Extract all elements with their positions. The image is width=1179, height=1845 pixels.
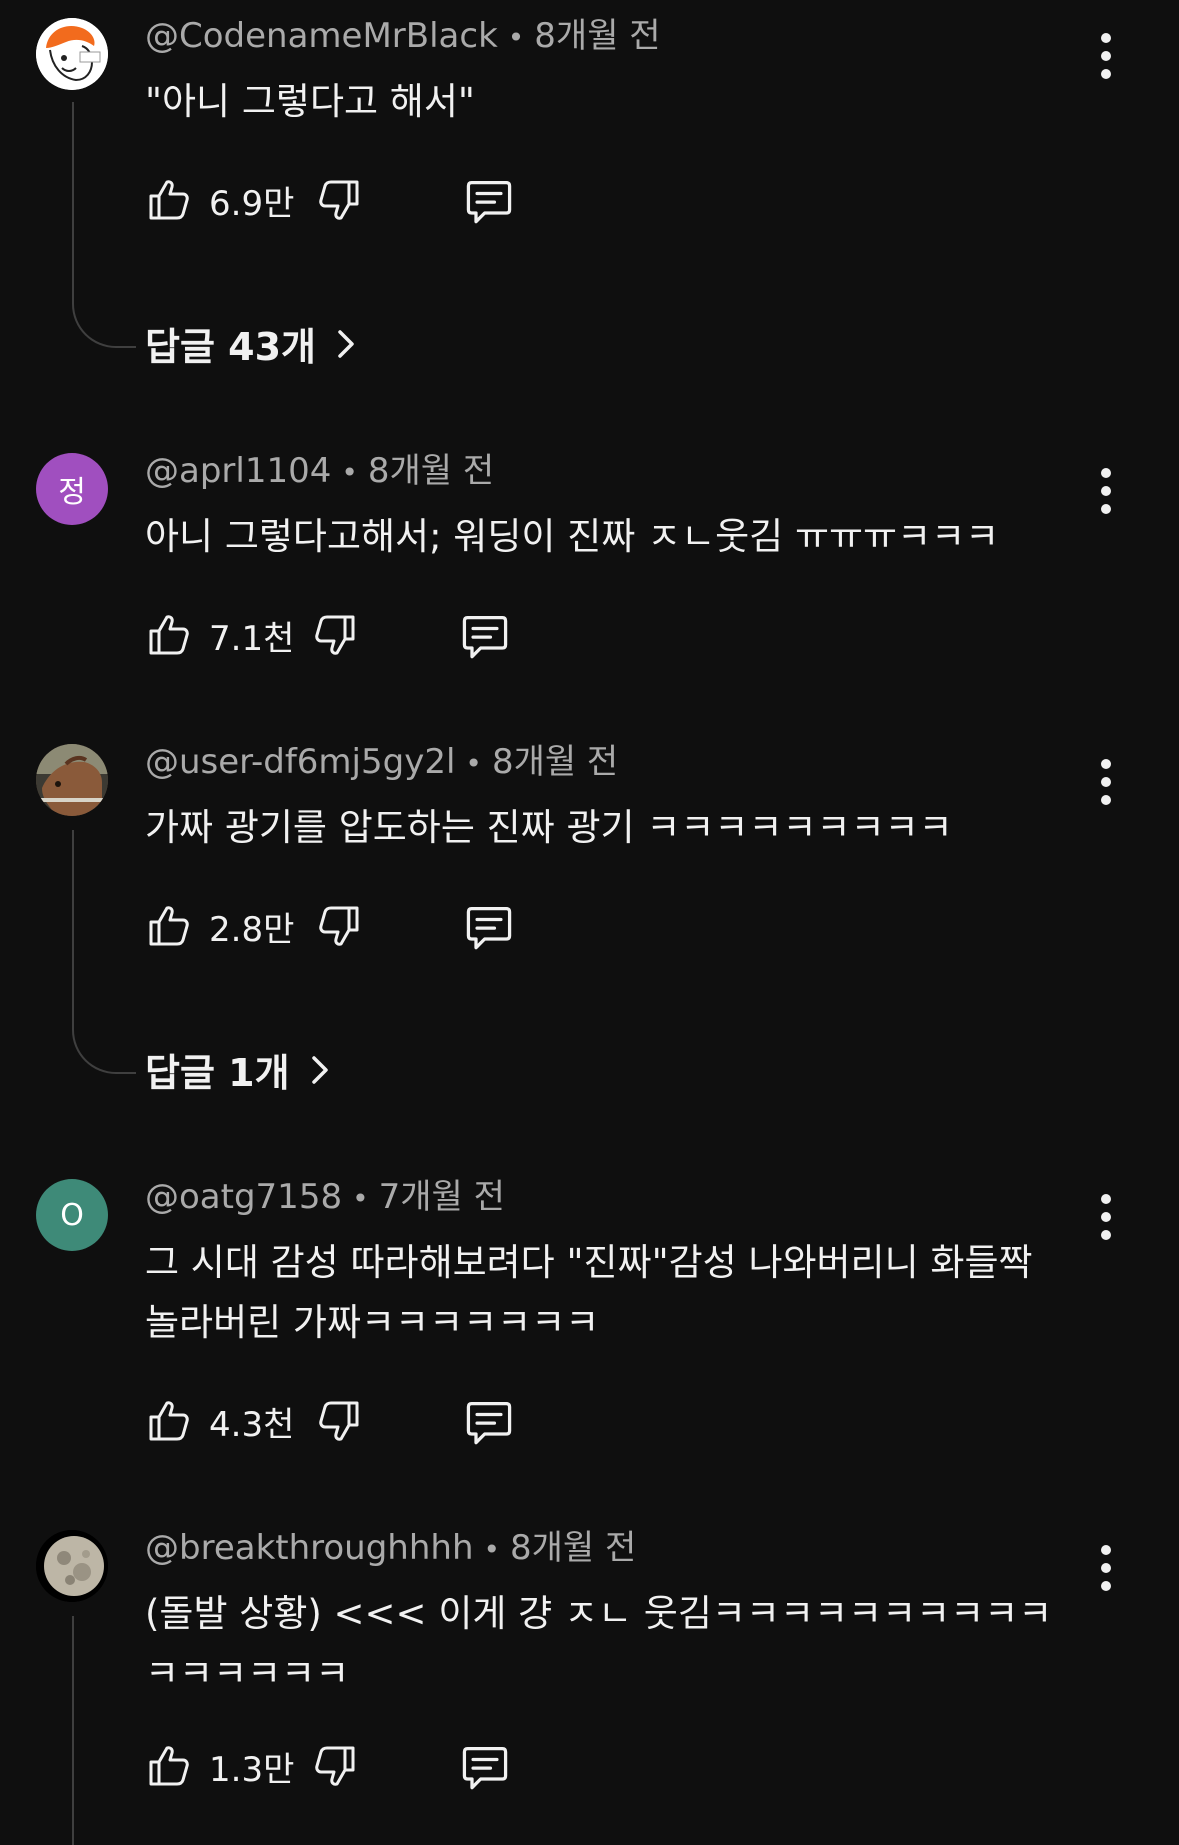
thumbs-down-icon [315,1397,363,1445]
avatar[interactable] [36,744,108,816]
separator-dot: • [465,747,482,780]
more-vertical-icon[interactable] [1090,754,1122,810]
more-vertical-icon[interactable] [1090,1540,1122,1596]
replies-label: 답글 1개 [145,1051,290,1095]
like-button[interactable]: 4.3천 [145,1391,294,1451]
reply-button[interactable] [463,170,515,230]
horse-photo-icon [36,744,108,816]
like-count: 1.3만 [209,1749,295,1790]
dislike-button[interactable] [315,170,363,230]
comment-text: "아니 그렇다고 해서" [145,80,475,123]
comment-meta: @user-df6mj5gy2l • 8개월 전 [145,740,618,786]
avatar-letter: O [60,1197,84,1233]
reply-button[interactable] [459,605,511,665]
comment-time: 8개월 전 [510,1528,637,1568]
like-count: 4.3천 [209,1404,295,1445]
chevron-right-icon [308,1052,332,1088]
comment-text: 아니 그렇다고해서; 워딩이 진짜 ㅈㄴ웃김 ㅠㅠㅠㅋㅋㅋ [145,515,1000,558]
comment-author[interactable]: @breakthroughhhh [145,1528,474,1568]
avatar[interactable]: 정 [36,453,108,525]
comment-meta: @oatg7158 • 7개월 전 [145,1175,505,1221]
reply-button[interactable] [463,1391,515,1451]
view-replies-button[interactable]: 답글 1개 [145,1042,332,1097]
comment-icon [459,1740,511,1792]
thumbs-up-icon [145,1742,193,1790]
comment-time: 8개월 전 [534,16,661,56]
dislike-button[interactable] [315,896,363,956]
comment-meta: @aprl1104 • 8개월 전 [145,449,494,495]
comment-icon [463,174,515,226]
like-button[interactable]: 2.8만 [145,896,294,956]
thumbs-up-icon [145,902,193,950]
separator-dot: • [352,1182,369,1215]
view-replies-button[interactable]: 답글 43개 [145,316,358,371]
comment-icon [463,900,515,952]
thread-curve [72,1028,136,1074]
thumbs-up-icon [145,611,193,659]
comment-icon [459,609,511,661]
more-vertical-icon[interactable] [1090,463,1122,519]
like-count: 2.8만 [209,909,295,950]
like-count: 6.9만 [209,183,295,224]
reply-button[interactable] [463,896,515,956]
reply-button[interactable] [459,1736,511,1796]
thumbs-down-icon [315,176,363,224]
thumbs-down-icon [311,611,359,659]
dislike-button[interactable] [311,1736,359,1796]
thumbs-down-icon [311,1742,359,1790]
comment-author[interactable]: @user-df6mj5gy2l [145,742,455,782]
comment-author[interactable]: @oatg7158 [145,1177,342,1217]
like-button[interactable]: 7.1천 [145,605,294,665]
more-vertical-icon[interactable] [1090,1189,1122,1245]
dislike-button[interactable] [315,1391,363,1451]
comment-icon [463,1395,515,1447]
separator-dot: • [507,21,525,54]
comment-author[interactable]: @CodenameMrBlack [145,16,498,56]
comment-text: 그 시대 감성 따라해보려다 "진짜"감성 나와버리니 화들짝 놀라버린 가짜ㅋ… [145,1241,1033,1344]
thread-line [72,830,74,1028]
more-vertical-icon[interactable] [1090,28,1122,84]
comment-time: 8개월 전 [367,451,495,491]
separator-dot: • [341,456,358,489]
moon-photo-icon [36,1530,108,1602]
like-button[interactable]: 6.9만 [145,170,294,230]
comment-time: 7개월 전 [378,1177,505,1217]
thumbs-up-icon [145,1397,193,1445]
comment-author[interactable]: @aprl1104 [145,451,331,491]
comment-text: 가짜 광기를 압도하는 진짜 광기 ㅋㅋㅋㅋㅋㅋㅋㅋㅋ [145,806,953,849]
thumbs-up-icon [145,176,193,224]
dislike-button[interactable] [311,605,359,665]
separator-dot: • [483,1533,501,1566]
comment-meta: @CodenameMrBlack • 8개월 전 [145,14,661,60]
like-button[interactable]: 1.3만 [145,1736,294,1796]
chevron-right-icon [334,326,358,362]
comment-meta: @breakthroughhhh • 8개월 전 [145,1526,636,1572]
like-count: 7.1천 [209,618,295,659]
avatar[interactable] [36,1530,108,1602]
comment-time: 8개월 전 [491,742,619,782]
avatar[interactable] [36,18,108,90]
thumbs-down-icon [315,902,363,950]
avatar[interactable]: O [36,1179,108,1251]
thread-line [72,102,74,302]
cartoon-avatar-icon [36,18,108,90]
comment-text: (돌발 상황) <<< 이게 걍 ㅈㄴ 웃김ㅋㅋㅋㅋㅋㅋㅋㅋㅋㅋ ㅋㅋㅋㅋㅋㅋ [145,1592,1053,1695]
thread-curve [72,302,136,348]
avatar-letter: 정 [58,475,86,510]
replies-label: 답글 43개 [145,325,316,369]
thread-line [72,1616,74,1845]
